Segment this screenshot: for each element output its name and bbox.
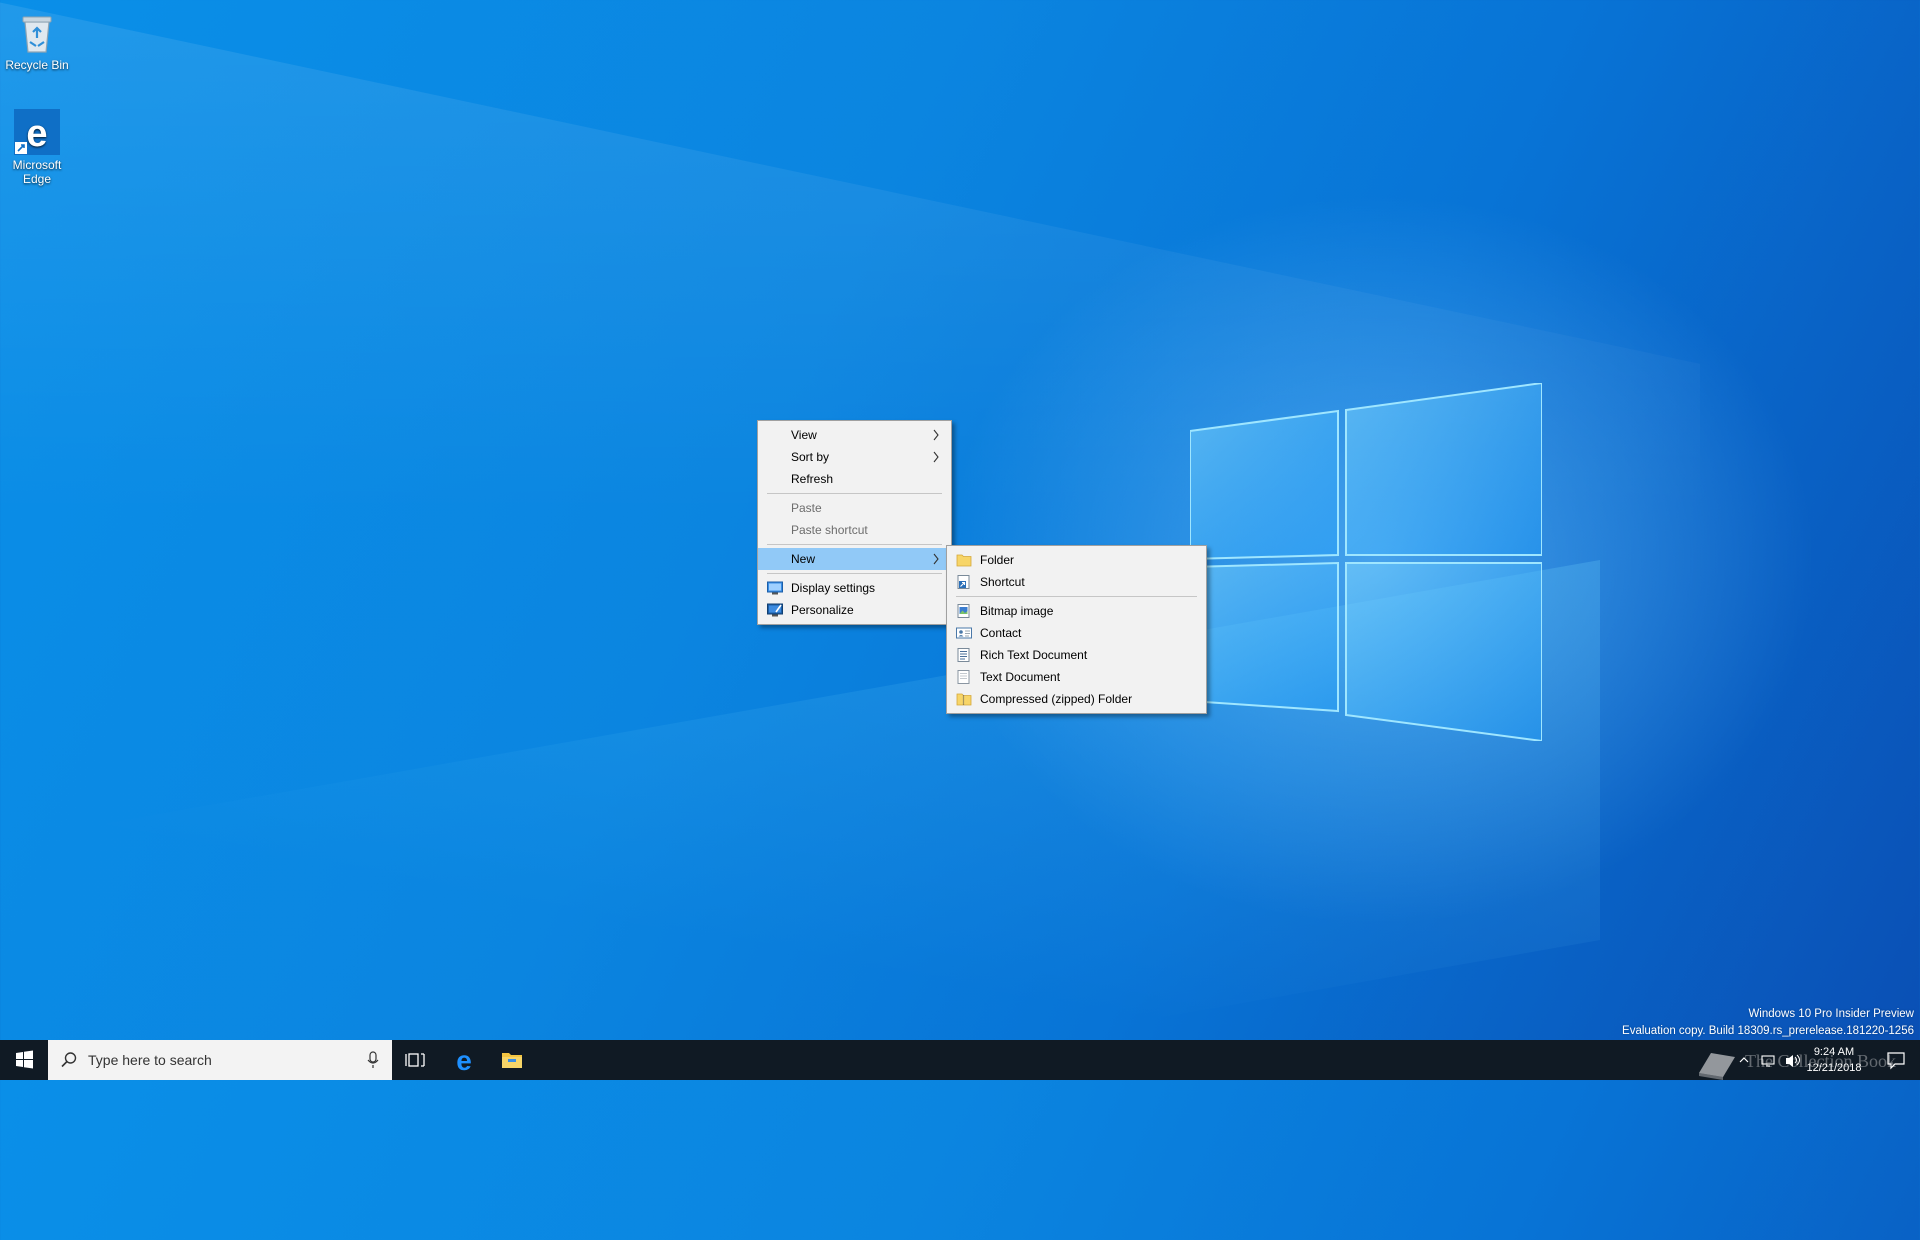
menu-item-label: Compressed (zipped) Folder	[980, 692, 1133, 706]
submenu-item-rich-text[interactable]: Rich Text Document	[947, 644, 1206, 666]
submenu-item-text-document[interactable]: Text Document	[947, 666, 1206, 688]
menu-separator	[767, 493, 942, 494]
taskbar-file-explorer-button[interactable]	[488, 1040, 536, 1080]
task-view-icon	[405, 1053, 425, 1067]
recycle-bin-icon	[13, 8, 61, 56]
evaluation-watermark: Windows 10 Pro Insider Preview Evaluatio…	[1622, 1006, 1914, 1040]
contact-icon	[956, 627, 972, 639]
menu-item-view[interactable]: View	[758, 424, 951, 446]
microphone-icon[interactable]	[366, 1051, 380, 1069]
desktop-icon-label: Recycle Bin	[5, 58, 69, 72]
new-submenu: Folder Shortcut Bitmap image Contact Ric…	[946, 545, 1207, 714]
shortcut-icon	[957, 575, 970, 589]
menu-item-label: Paste	[791, 501, 822, 515]
display-icon	[767, 581, 783, 595]
menu-item-label: Personalize	[791, 603, 854, 617]
menu-item-label: Paste shortcut	[791, 523, 868, 537]
file-explorer-icon	[502, 1053, 522, 1068]
menu-item-paste[interactable]: Paste	[758, 497, 951, 519]
menu-item-label: Sort by	[791, 450, 830, 464]
chevron-right-icon	[933, 429, 939, 441]
submenu-item-contact[interactable]: Contact	[947, 622, 1206, 644]
taskbar-search-box[interactable]: Type here to search	[48, 1040, 392, 1080]
chevron-right-icon	[933, 553, 939, 565]
overlay-brand-text: The Collection Book	[1745, 1051, 1896, 1071]
menu-item-label: Rich Text Document	[980, 648, 1088, 662]
taskbar-edge-button[interactable]: e	[440, 1040, 488, 1080]
watermark-line-1: Windows 10 Pro Insider Preview	[1748, 1008, 1914, 1020]
bitmap-image-icon	[957, 604, 970, 618]
edge-icon: e	[456, 1045, 472, 1076]
book-logo-icon	[1698, 1052, 1735, 1080]
windows-start-icon	[16, 1050, 33, 1069]
submenu-item-shortcut[interactable]: Shortcut	[947, 571, 1206, 593]
menu-item-sort-by[interactable]: Sort by	[758, 446, 951, 468]
watermark-line-2: Evaluation copy. Build 18309.rs_prerelea…	[1622, 1025, 1914, 1037]
zip-folder-icon	[956, 693, 972, 706]
menu-separator	[767, 544, 942, 545]
menu-item-label: New	[791, 552, 816, 566]
menu-item-label: Shortcut	[980, 575, 1025, 589]
windows-logo-wallpaper	[1190, 383, 1542, 741]
desktop-icon-label: Microsoft Edge	[12, 158, 62, 186]
overlay-brand-watermark: The Collection Book	[1693, 1041, 1896, 1081]
chevron-right-icon	[933, 451, 939, 463]
submenu-item-folder[interactable]: Folder	[947, 549, 1206, 571]
search-placeholder: Type here to search	[88, 1052, 212, 1068]
text-document-icon	[957, 670, 970, 684]
svg-text:e: e	[26, 113, 47, 155]
menu-item-label: Display settings	[791, 581, 876, 595]
menu-item-label: Bitmap image	[980, 604, 1054, 618]
menu-item-display-settings[interactable]: Display settings	[758, 577, 951, 599]
submenu-item-bitmap[interactable]: Bitmap image	[947, 600, 1206, 622]
desktop-icon-microsoft-edge[interactable]: e Microsoft Edge	[1, 108, 73, 186]
menu-separator	[956, 596, 1197, 597]
menu-item-paste-shortcut[interactable]: Paste shortcut	[758, 519, 951, 541]
menu-item-label: Folder	[980, 553, 1015, 567]
task-view-button[interactable]	[392, 1040, 440, 1080]
menu-item-label: View	[791, 428, 817, 442]
desktop-icon-recycle-bin[interactable]: Recycle Bin	[1, 8, 73, 72]
menu-item-label: Text Document	[980, 670, 1061, 684]
menu-item-new[interactable]: New	[758, 548, 951, 570]
desktop-context-menu: View Sort by Refresh Paste Paste shortcu…	[757, 420, 952, 625]
submenu-item-zip-folder[interactable]: Compressed (zipped) Folder	[947, 688, 1206, 710]
menu-separator	[767, 573, 942, 574]
menu-item-label: Contact	[980, 626, 1022, 640]
edge-icon: e	[13, 108, 61, 156]
taskbar: Type here to search e 9:24 AM 12/21/2018	[0, 1040, 1920, 1080]
start-button[interactable]	[0, 1040, 48, 1080]
svg-text:e: e	[456, 1045, 472, 1076]
search-icon	[61, 1052, 77, 1068]
menu-item-refresh[interactable]: Refresh	[758, 468, 951, 490]
menu-item-label: Refresh	[791, 472, 834, 486]
rich-text-document-icon	[957, 648, 970, 662]
folder-icon	[956, 554, 972, 567]
personalize-icon	[767, 603, 783, 617]
menu-item-personalize[interactable]: Personalize	[758, 599, 951, 621]
